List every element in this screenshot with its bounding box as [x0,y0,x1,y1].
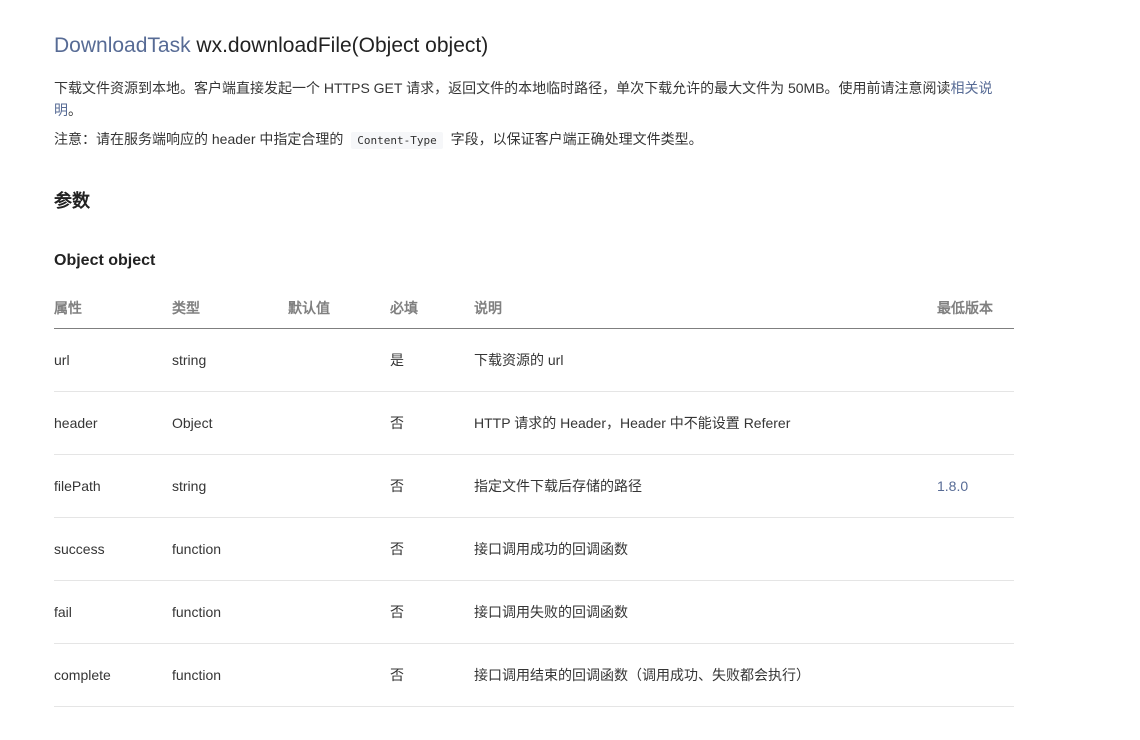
cell-required: 否 [390,580,474,644]
cell-min-version: 1.8.0 [937,454,1014,518]
cell-required: 否 [390,391,474,455]
table-row: success function 否 接口调用成功的回调函数 [54,517,1014,581]
params-heading: 参数 [54,191,90,211]
table-row: filePath string 否 指定文件下载后存储的路径 1.8.0 [54,454,1014,518]
cell-required: 否 [390,454,474,518]
downloadtask-link[interactable]: DownloadTask [54,34,191,57]
cell-type: function [172,643,288,707]
cell-required: 否 [390,643,474,707]
table-row: complete function 否 接口调用结束的回调函数（调用成功、失败都… [54,643,1014,707]
cell-property: url [54,328,172,392]
cell-default [288,517,390,581]
cell-property: fail [54,580,172,644]
cell-description: 接口调用失败的回调函数 [474,580,937,644]
cell-description: 指定文件下载后存储的路径 [474,454,937,518]
description-end: 。 [68,102,82,118]
object-heading: Object object [54,252,156,269]
cell-description: 接口调用成功的回调函数 [474,517,937,581]
table-row: fail function 否 接口调用失败的回调函数 [54,580,1014,644]
cell-default [288,454,390,518]
cell-type: function [172,580,288,644]
cell-description: 接口调用结束的回调函数（调用成功、失败都会执行） [474,643,937,707]
cell-type: string [172,328,288,392]
cell-default [288,391,390,455]
col-header-property: 属性 [54,288,172,329]
table-row: url string 是 下载资源的 url [54,328,1014,392]
cell-type: Object [172,391,288,455]
note-before: 注意：请在服务端响应的 header 中指定合理的 [54,131,344,147]
cell-default [288,580,390,644]
cell-required: 是 [390,328,474,392]
note-after: 字段，以保证客户端正确处理文件类型。 [450,131,703,147]
content-type-note: 注意：请在服务端响应的 header 中指定合理的 Content-Type 字… [54,128,703,152]
col-header-type: 类型 [172,288,288,329]
cell-property: complete [54,643,172,707]
table-header-row: 属性 类型 默认值 必填 说明 最低版本 [54,288,1014,329]
col-header-default: 默认值 [288,288,390,329]
cell-property: header [54,391,172,455]
cell-default [288,643,390,707]
table-row: header Object 否 HTTP 请求的 Header，Header 中… [54,391,1014,455]
cell-min-version [937,643,1014,707]
cell-description: 下载资源的 url [474,328,937,392]
cell-min-version [937,391,1014,455]
cell-required: 否 [390,517,474,581]
page-title: DownloadTask wx.downloadFile(Object obje… [54,32,488,60]
cell-property: success [54,517,172,581]
cell-type: function [172,517,288,581]
description-text: 下载文件资源到本地。客户端直接发起一个 HTTPS GET 请求，返回文件的本地… [54,80,951,96]
col-header-min-version: 最低版本 [937,288,1014,329]
cell-min-version [937,517,1014,581]
description: 下载文件资源到本地。客户端直接发起一个 HTTPS GET 请求，返回文件的本地… [54,77,1004,121]
cell-min-version [937,328,1014,392]
cell-min-version [937,580,1014,644]
cell-default [288,328,390,392]
cell-description: HTTP 请求的 Header，Header 中不能设置 Referer [474,391,937,455]
cell-type: string [172,454,288,518]
cell-property: filePath [54,454,172,518]
params-table: 属性 类型 默认值 必填 说明 最低版本 url string 是 下载资源的 … [54,288,1014,707]
col-header-description: 说明 [474,288,937,329]
function-signature: wx.downloadFile(Object object) [196,34,489,57]
col-header-required: 必填 [390,288,474,329]
content-type-code: Content-Type [351,132,443,149]
